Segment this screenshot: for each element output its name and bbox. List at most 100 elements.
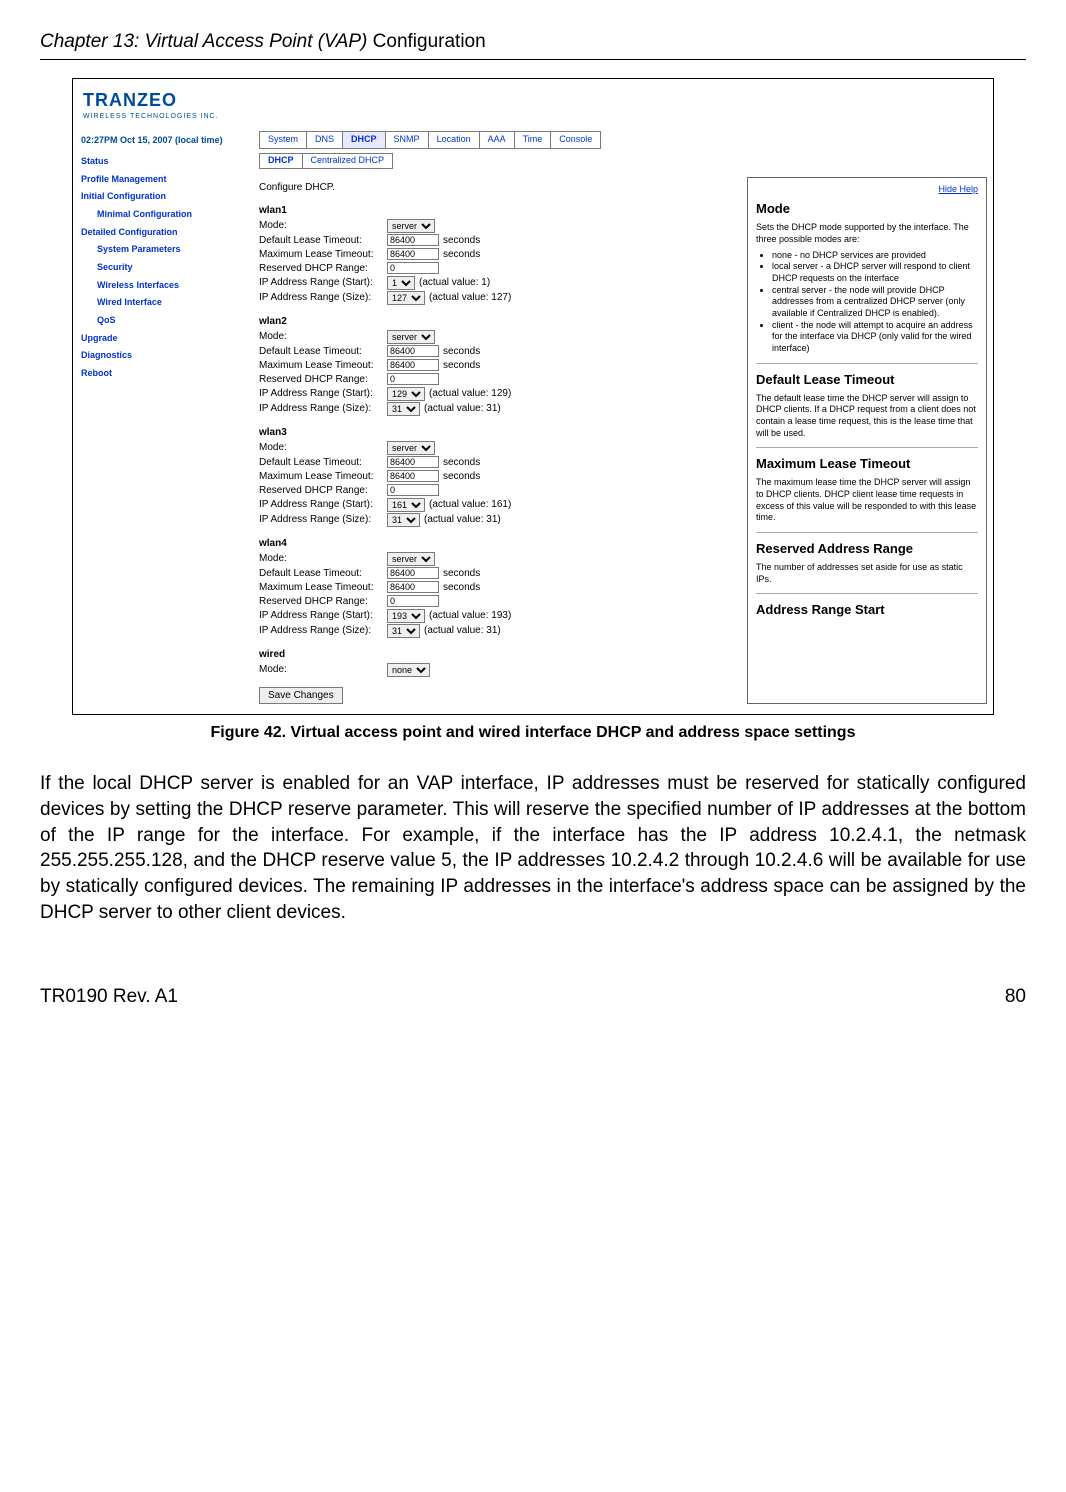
help-rar-text: The number of addresses set aside for us… bbox=[756, 562, 978, 585]
logo-subtitle: WIRELESS TECHNOLOGIES INC. bbox=[83, 112, 983, 121]
tab-time[interactable]: Time bbox=[514, 131, 552, 149]
ip-size-label: IP Address Range (Size): bbox=[259, 402, 387, 415]
help-panel: Hide Help Mode Sets the DHCP mode suppor… bbox=[747, 177, 987, 704]
default-lease-label: Default Lease Timeout: bbox=[259, 234, 387, 247]
reserved-label: Reserved DHCP Range: bbox=[259, 262, 387, 275]
ip-size-select[interactable]: 31 bbox=[387, 402, 420, 416]
max-lease-input[interactable] bbox=[387, 359, 439, 371]
ip-start-select[interactable]: 193 bbox=[387, 609, 425, 623]
sidebar-item-status[interactable]: Status bbox=[81, 153, 251, 171]
sidebar-item-minimal[interactable]: Minimal Configuration bbox=[81, 206, 251, 224]
ip-start-label: IP Address Range (Start): bbox=[259, 609, 387, 622]
interface-name: wired bbox=[259, 648, 737, 661]
tab-snmp[interactable]: SNMP bbox=[385, 131, 429, 149]
ip-start-select[interactable]: 161 bbox=[387, 498, 425, 512]
ip-size-label: IP Address Range (Size): bbox=[259, 624, 387, 637]
main-tabs: System DNS DHCP SNMP Location AAA Time C… bbox=[259, 131, 993, 149]
subtab-centralized[interactable]: Centralized DHCP bbox=[302, 153, 394, 169]
interface-block: wlan1Mode:serverDefault Lease Timeout:se… bbox=[259, 204, 737, 305]
reserved-input[interactable] bbox=[387, 262, 439, 274]
hide-help-link[interactable]: Hide Help bbox=[756, 184, 978, 196]
logo: TRANZEO bbox=[83, 89, 983, 112]
ip-size-actual: (actual value: 31) bbox=[424, 513, 501, 526]
reserved-input[interactable] bbox=[387, 595, 439, 607]
figure-caption: Figure 42. Virtual access point and wire… bbox=[40, 723, 1026, 744]
help-mlt-text: The maximum lease time the DHCP server w… bbox=[756, 477, 978, 524]
help-dlt-text: The default lease time the DHCP server w… bbox=[756, 393, 978, 440]
tab-aaa[interactable]: AAA bbox=[479, 131, 515, 149]
ip-size-label: IP Address Range (Size): bbox=[259, 513, 387, 526]
sidebar: 02:27PM Oct 15, 2007 (local time) Status… bbox=[73, 125, 259, 403]
ip-size-select[interactable]: 31 bbox=[387, 513, 420, 527]
reserved-label: Reserved DHCP Range: bbox=[259, 373, 387, 386]
default-lease-input[interactable] bbox=[387, 567, 439, 579]
mode-select[interactable]: server bbox=[387, 552, 435, 566]
sidebar-item-wired[interactable]: Wired Interface bbox=[81, 294, 251, 312]
interface-wired: wired Mode: none bbox=[259, 648, 737, 677]
sidebar-item-security[interactable]: Security bbox=[81, 259, 251, 277]
unit-seconds: seconds bbox=[443, 248, 480, 261]
footer-left: TR0190 Rev. A1 bbox=[40, 985, 178, 1010]
sidebar-item-wireless[interactable]: Wireless Interfaces bbox=[81, 277, 251, 295]
tab-dns[interactable]: DNS bbox=[306, 131, 343, 149]
chapter-title-prefix: Chapter 13: Virtual Access Point (VAP) bbox=[40, 31, 367, 52]
mode-label: Mode: bbox=[259, 552, 387, 565]
sidebar-item-reboot[interactable]: Reboot bbox=[81, 365, 251, 383]
sidebar-item-system[interactable]: System Parameters bbox=[81, 241, 251, 259]
max-lease-input[interactable] bbox=[387, 581, 439, 593]
ip-size-select[interactable]: 31 bbox=[387, 624, 420, 638]
default-lease-input[interactable] bbox=[387, 345, 439, 357]
subtab-dhcp[interactable]: DHCP bbox=[259, 153, 303, 169]
max-lease-input[interactable] bbox=[387, 248, 439, 260]
chapter-title-suffix: Configuration bbox=[373, 31, 486, 52]
save-button[interactable]: Save Changes bbox=[259, 687, 343, 704]
interface-name: wlan2 bbox=[259, 315, 737, 328]
ip-size-actual: (actual value: 31) bbox=[424, 624, 501, 637]
reserved-input[interactable] bbox=[387, 373, 439, 385]
default-lease-input[interactable] bbox=[387, 456, 439, 468]
tab-console[interactable]: Console bbox=[550, 131, 601, 149]
tab-system[interactable]: System bbox=[259, 131, 307, 149]
mode-select[interactable]: server bbox=[387, 441, 435, 455]
help-ars-title: Address Range Start bbox=[756, 602, 978, 619]
sub-tabs: DHCP Centralized DHCP bbox=[259, 153, 993, 169]
sidebar-item-diagnostics[interactable]: Diagnostics bbox=[81, 347, 251, 365]
unit-seconds: seconds bbox=[443, 234, 480, 247]
ip-start-actual: (actual value: 1) bbox=[419, 276, 490, 289]
unit-seconds: seconds bbox=[443, 456, 480, 469]
max-lease-label: Maximum Lease Timeout: bbox=[259, 359, 387, 372]
sidebar-item-qos[interactable]: QoS bbox=[81, 312, 251, 330]
timestamp: 02:27PM Oct 15, 2007 (local time) bbox=[81, 135, 251, 147]
reserved-label: Reserved DHCP Range: bbox=[259, 595, 387, 608]
ip-start-select[interactable]: 129 bbox=[387, 387, 425, 401]
ip-start-select[interactable]: 1 bbox=[387, 276, 415, 290]
interface-name: wlan4 bbox=[259, 537, 737, 550]
mode-select[interactable]: server bbox=[387, 330, 435, 344]
sidebar-item-detailed[interactable]: Detailed Configuration bbox=[81, 224, 251, 242]
ip-start-actual: (actual value: 193) bbox=[429, 609, 511, 622]
ip-size-actual: (actual value: 31) bbox=[424, 402, 501, 415]
sidebar-item-initial[interactable]: Initial Configuration bbox=[81, 188, 251, 206]
max-lease-input[interactable] bbox=[387, 470, 439, 482]
mode-select[interactable]: none bbox=[387, 663, 430, 677]
help-bullet: none - no DHCP services are provided bbox=[772, 250, 978, 262]
reserved-input[interactable] bbox=[387, 484, 439, 496]
max-lease-label: Maximum Lease Timeout: bbox=[259, 248, 387, 261]
mode-label: Mode: bbox=[259, 219, 387, 232]
reserved-label: Reserved DHCP Range: bbox=[259, 484, 387, 497]
tab-location[interactable]: Location bbox=[428, 131, 480, 149]
help-bullet: central server - the node will provide D… bbox=[772, 285, 978, 320]
default-lease-label: Default Lease Timeout: bbox=[259, 456, 387, 469]
tab-dhcp[interactable]: DHCP bbox=[342, 131, 386, 149]
interface-name: wlan3 bbox=[259, 426, 737, 439]
mode-select[interactable]: server bbox=[387, 219, 435, 233]
footer-right: 80 bbox=[1005, 985, 1026, 1010]
ip-size-select[interactable]: 127 bbox=[387, 291, 425, 305]
instruction-text: Configure DHCP. bbox=[259, 181, 737, 194]
page-footer: TR0190 Rev. A1 80 bbox=[40, 985, 1026, 1010]
default-lease-input[interactable] bbox=[387, 234, 439, 246]
sidebar-item-profile[interactable]: Profile Management bbox=[81, 171, 251, 189]
sidebar-item-upgrade[interactable]: Upgrade bbox=[81, 330, 251, 348]
default-lease-label: Default Lease Timeout: bbox=[259, 567, 387, 580]
app-header: TRANZEO WIRELESS TECHNOLOGIES INC. bbox=[73, 79, 993, 125]
